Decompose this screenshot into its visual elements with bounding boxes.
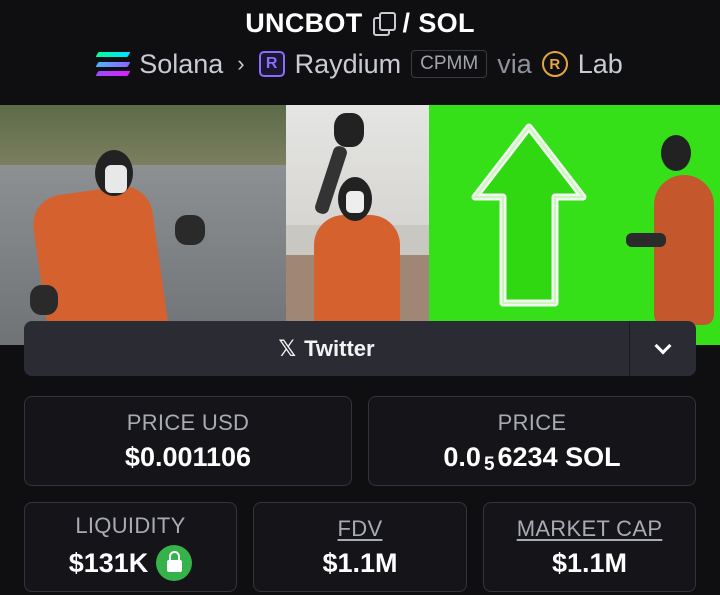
market-cap-label[interactable]: MARKET CAP [517, 516, 663, 542]
price-usd-value: $0.001106 [124, 441, 252, 472]
price-usd-label: PRICE USD [126, 409, 250, 435]
pair-title: UNCBOT / SOL [0, 6, 720, 40]
social-links-bar: 𝕏 Twitter [24, 321, 696, 376]
liquidity-card: LIQUIDITY $131K [24, 502, 237, 592]
liquidity-value-row: $131K [69, 545, 193, 581]
twitter-label: Twitter [304, 335, 375, 361]
chevron-down-icon [654, 337, 672, 354]
chain-link[interactable]: Solana [139, 49, 223, 80]
price-suffix: 6234 SOL [497, 441, 621, 472]
solana-icon [95, 52, 131, 76]
twitter-button[interactable]: 𝕏 Twitter [24, 321, 629, 376]
price-zero-count: 5 [483, 454, 495, 475]
raydium-icon: R [258, 51, 285, 77]
price-prefix: 0.0 [443, 441, 481, 472]
pair-separator: / [402, 7, 411, 38]
more-links-dropdown-button[interactable] [629, 321, 696, 376]
lock-icon[interactable] [156, 545, 193, 581]
liquidity-value: $131K [68, 547, 149, 578]
launchpad-link[interactable]: Lab [578, 49, 623, 80]
banner-panel-greenscreen [429, 105, 720, 345]
price-usd-card: PRICE USD $0.001106 [24, 396, 352, 486]
copy-icon[interactable] [372, 12, 396, 36]
lab-icon: R [541, 51, 568, 77]
token-banner-image [0, 105, 720, 345]
breadcrumb: Solana › R Raydium CPMM via R Lab [0, 44, 720, 84]
price-native-value: 0.0 5 6234 SOL [443, 441, 621, 476]
quote-symbol: SOL [418, 7, 475, 38]
chevron-right-icon: › [237, 51, 245, 76]
token-symbol: UNCBOT [245, 7, 363, 38]
pool-type-badge: CPMM [411, 50, 488, 78]
price-native-label: PRICE [497, 409, 567, 435]
fdv-card: FDV $1.1M [253, 502, 467, 592]
market-cap-value: $1.1M [551, 547, 628, 578]
banner-panel-street [0, 105, 286, 345]
market-cap-card: MARKET CAP $1.1M [483, 502, 696, 592]
x-icon: 𝕏 [278, 335, 297, 361]
fdv-label[interactable]: FDV [338, 516, 383, 542]
liquidity-label: LIQUIDITY [75, 513, 186, 538]
fdv-value: $1.1M [322, 547, 398, 578]
up-arrow-graphic [471, 123, 587, 307]
price-native-card: PRICE 0.0 5 6234 SOL [368, 396, 696, 486]
dex-link[interactable]: Raydium [295, 49, 402, 80]
via-label: via [497, 48, 532, 79]
banner-panel-wave [286, 105, 429, 345]
